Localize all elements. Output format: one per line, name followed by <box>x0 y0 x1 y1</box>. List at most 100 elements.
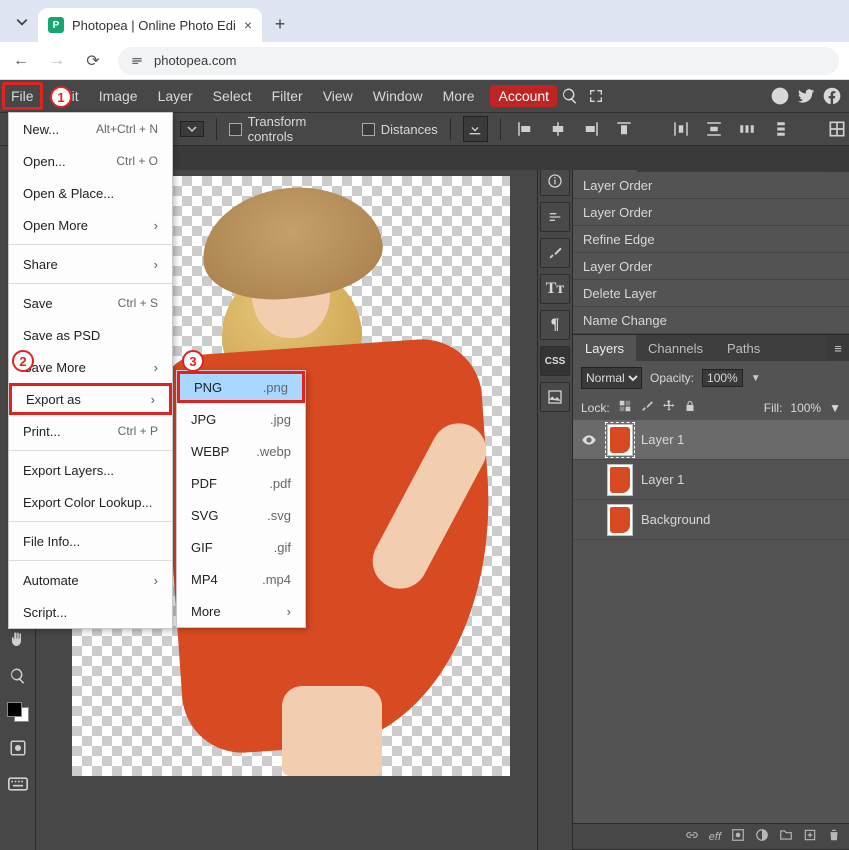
file-menu-item[interactable]: Print...Ctrl + P <box>9 415 172 447</box>
menu-more[interactable]: More <box>433 80 485 112</box>
file-menu-item[interactable]: Share› <box>9 248 172 280</box>
export-menu-item[interactable]: SVG.svg <box>177 499 305 531</box>
file-menu-item[interactable]: Open & Place... <box>9 177 172 209</box>
history-item[interactable]: Refine Edge <box>573 226 849 253</box>
file-menu-item[interactable]: Save More› <box>9 351 172 383</box>
menu-file[interactable]: File <box>2 82 43 110</box>
new-layer-icon[interactable] <box>803 828 817 845</box>
tab-search-button[interactable] <box>8 8 36 36</box>
css-panel-icon[interactable]: CSS <box>540 346 570 376</box>
align-top-icon[interactable] <box>613 117 636 141</box>
align-hcenter-icon[interactable] <box>546 117 569 141</box>
align-left-icon[interactable] <box>513 117 536 141</box>
layer-effects-button[interactable]: eff <box>709 831 721 843</box>
export-menu-item[interactable]: PDF.pdf <box>177 467 305 499</box>
thumbnail-panel-icon[interactable] <box>540 382 570 412</box>
facebook-icon[interactable] <box>819 80 845 112</box>
file-menu-item[interactable]: Save as PSD <box>9 319 172 351</box>
layer-mask-icon[interactable] <box>731 828 745 845</box>
reload-button[interactable]: ⟳ <box>82 51 104 71</box>
export-menu-item[interactable]: GIF.gif <box>177 531 305 563</box>
file-menu-item[interactable]: SaveCtrl + S <box>9 287 172 319</box>
lock-transparency-icon[interactable] <box>618 399 632 416</box>
layer-visibility-toggle[interactable] <box>579 432 599 448</box>
layer-row[interactable]: Layer 1 <box>573 460 849 500</box>
twitter-icon[interactable] <box>793 80 819 112</box>
tab-paths[interactable]: Paths <box>715 335 772 361</box>
quickmask-icon[interactable] <box>4 734 32 762</box>
paragraph-panel-icon[interactable]: ¶ <box>540 310 570 340</box>
color-swatch[interactable] <box>4 698 32 726</box>
link-layers-icon[interactable] <box>685 828 699 845</box>
fill-slider-toggle[interactable]: ▼ <box>829 401 841 415</box>
quick-export-button[interactable] <box>463 116 488 142</box>
browser-tab-active[interactable]: P Photopea | Online Photo Edi × <box>38 8 262 42</box>
new-tab-button[interactable]: + <box>266 10 294 38</box>
lock-position-icon[interactable] <box>662 399 676 416</box>
history-item[interactable]: Layer Order <box>573 172 849 199</box>
align-right-icon[interactable] <box>579 117 602 141</box>
lock-pixels-icon[interactable] <box>640 399 654 416</box>
export-menu-item[interactable]: MP4.mp4 <box>177 563 305 595</box>
layer-name[interactable]: Background <box>641 512 710 527</box>
file-menu-item[interactable]: Automate› <box>9 564 172 596</box>
back-button[interactable]: ← <box>10 52 32 70</box>
search-icon[interactable] <box>557 80 583 112</box>
file-menu-item[interactable]: Open More› <box>9 209 172 241</box>
opacity-value[interactable]: 100% <box>702 369 743 387</box>
forward-button[interactable]: → <box>46 52 68 70</box>
reddit-icon[interactable] <box>767 80 793 112</box>
menu-view[interactable]: View <box>313 80 363 112</box>
adjustment-layer-icon[interactable] <box>755 828 769 845</box>
export-menu-item[interactable]: WEBP.webp <box>177 435 305 467</box>
account-button[interactable]: Account <box>490 85 557 107</box>
file-menu-item[interactable]: Script... <box>9 596 172 628</box>
layer-row[interactable]: Background <box>573 500 849 540</box>
history-item[interactable]: Name Change <box>573 307 849 334</box>
distribute-v-icon[interactable] <box>703 117 726 141</box>
keyboard-icon[interactable] <box>4 770 32 798</box>
file-menu-item[interactable]: Export Color Lookup... <box>9 486 172 518</box>
fill-value[interactable]: 100% <box>790 401 821 415</box>
info-panel-icon[interactable] <box>540 166 570 196</box>
layer-name[interactable]: Layer 1 <box>641 472 684 487</box>
hand-tool-icon[interactable] <box>4 626 32 654</box>
brush-panel-icon[interactable] <box>540 238 570 268</box>
fullscreen-icon[interactable] <box>583 80 609 112</box>
export-menu-item[interactable]: More› <box>177 595 305 627</box>
blend-mode-select[interactable]: Normal <box>581 367 642 389</box>
file-menu-item[interactable]: Open...Ctrl + O <box>9 145 172 177</box>
opacity-slider-toggle[interactable]: ▼ <box>751 373 761 384</box>
layer-row[interactable]: Layer 1 <box>573 420 849 460</box>
lock-all-icon[interactable] <box>684 399 696 416</box>
distribute-spacing-h-icon[interactable] <box>736 117 759 141</box>
menu-layer[interactable]: Layer <box>148 80 203 112</box>
file-menu-item[interactable]: Export as› <box>9 383 172 415</box>
layer-select[interactable] <box>180 121 204 137</box>
adjust-panel-icon[interactable] <box>540 202 570 232</box>
distribute-h-icon[interactable] <box>669 117 692 141</box>
type-panel-icon[interactable]: Tт <box>540 274 570 304</box>
menu-image[interactable]: Image <box>89 80 148 112</box>
distances-checkbox[interactable]: Distances <box>362 122 438 137</box>
menu-window[interactable]: Window <box>363 80 433 112</box>
history-item[interactable]: Layer Order <box>573 253 849 280</box>
layer-thumbnail[interactable] <box>607 464 633 496</box>
file-menu-item[interactable]: New...Alt+Ctrl + N <box>9 113 172 145</box>
distribute-spacing-v-icon[interactable] <box>769 117 792 141</box>
file-menu-item[interactable]: Export Layers... <box>9 454 172 486</box>
new-folder-icon[interactable] <box>779 828 793 845</box>
tab-layers[interactable]: Layers <box>573 335 636 361</box>
layer-thumbnail[interactable] <box>607 424 633 456</box>
menu-filter[interactable]: Filter <box>262 80 313 112</box>
export-menu-item[interactable]: JPG.jpg <box>177 403 305 435</box>
pixel-grid-icon[interactable] <box>826 117 849 141</box>
menu-select[interactable]: Select <box>203 80 262 112</box>
tab-close-button[interactable]: × <box>244 17 252 33</box>
address-bar[interactable]: photopea.com <box>118 47 839 75</box>
layer-thumbnail[interactable] <box>607 504 633 536</box>
delete-layer-icon[interactable] <box>827 828 841 845</box>
layers-panel-menu[interactable]: ≡ <box>827 335 849 361</box>
layer-name[interactable]: Layer 1 <box>641 432 684 447</box>
history-item[interactable]: Layer Order <box>573 199 849 226</box>
